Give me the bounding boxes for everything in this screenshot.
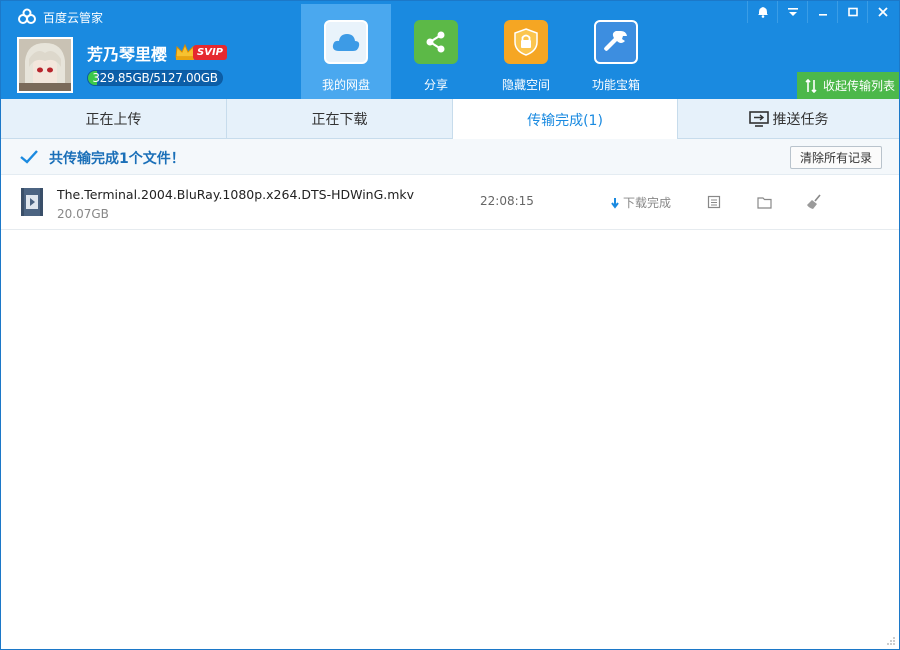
file-size: 20.07GB [57,207,109,221]
tab-label: 传输完成(1) [527,112,603,129]
username: 芳乃琴里樱 [87,45,168,64]
delete-record-button[interactable] [805,193,823,211]
vip-badge[interactable]: SVIP [174,43,227,61]
menu-button[interactable] [777,1,807,23]
tab-completed[interactable]: 传输完成(1) [453,99,678,140]
minimize-icon [818,14,827,16]
summary-text: 共传输完成1个文件！ [49,151,185,167]
nav-toolbox[interactable]: 功能宝箱 [571,4,661,99]
app-title-bar: 百度云管家 [17,7,103,27]
minimize-button[interactable] [807,1,837,23]
transfer-tabs: 正在上传 正在下载 传输完成(1) 推送任务 [1,99,899,140]
storage-quota-bar: 329.85GB/5127.00GB [87,70,223,86]
nav-hidden-space[interactable]: 隐藏空间 [481,4,571,99]
nav-label: 功能宝箱 [591,78,640,92]
status-label: 下载完成 [623,196,672,210]
maximize-icon [847,7,858,17]
download-status: 下载完成 [610,194,671,211]
wrench-icon [594,20,638,64]
tab-label: 正在上传 [85,112,142,128]
broom-icon [807,194,821,209]
close-button[interactable] [867,1,897,23]
bell-icon [757,7,768,18]
avatar[interactable] [17,37,73,93]
tab-downloading[interactable]: 正在下载 [227,99,453,139]
header: 百度云管家 芳乃琴里樱 SVIP 329.85GB/5127.00GB 我的网盘… [1,1,899,99]
main-nav: 我的网盘 分享 隐藏空间 功能宝箱 [301,4,661,99]
summary-bar: 共传输完成1个文件！ 清除所有记录 [1,139,899,175]
nav-label: 我的网盘 [321,78,370,92]
share-icon [414,20,458,64]
maximize-button[interactable] [837,1,867,23]
app-title: 百度云管家 [43,10,104,25]
transfer-arrows-icon [805,78,817,93]
clear-all-records-button[interactable]: 清除所有记录 [790,146,882,169]
storage-quota-text: 329.85GB/5127.00GB [92,71,218,85]
monitor-push-icon [748,111,769,127]
tab-uploading[interactable]: 正在上传 [1,99,227,139]
video-file-icon [21,188,43,216]
lock-icon [504,20,548,64]
document-icon [707,195,721,209]
vip-label: SVIP [193,44,227,60]
baidu-cloud-logo-icon [18,8,36,24]
table-row[interactable]: The.Terminal.2004.BluRay.1080p.x264.DTS-… [1,175,899,230]
open-folder-button[interactable] [755,193,773,211]
menu-dropdown-icon [787,8,798,16]
tab-label: 正在下载 [311,112,368,128]
app-window: 百度云管家 芳乃琴里樱 SVIP 329.85GB/5127.00GB 我的网盘… [0,0,900,650]
tab-label: 推送任务 [772,112,829,128]
notification-button[interactable] [747,1,777,23]
nav-my-disk[interactable]: 我的网盘 [301,4,391,99]
file-name: The.Terminal.2004.BluRay.1080p.x264.DTS-… [57,187,415,202]
nav-label: 隐藏空间 [501,78,550,92]
tab-push-tasks[interactable]: 推送任务 [678,99,899,139]
window-controls [747,1,897,23]
file-details-button[interactable] [705,193,723,211]
nav-share[interactable]: 分享 [391,4,481,99]
cloud-icon [324,20,368,64]
checkmark-icon [20,150,38,164]
avatar-image [19,39,71,91]
folder-icon [756,196,772,209]
close-icon [877,7,888,17]
collapse-transfer-list-button[interactable]: 收起传输列表 [797,72,899,99]
file-time: 22:08:15 [480,194,534,208]
nav-label: 分享 [423,78,448,92]
resize-grip-icon[interactable] [886,636,896,646]
collapse-label: 收起传输列表 [823,79,896,93]
download-arrow-icon [611,197,619,209]
